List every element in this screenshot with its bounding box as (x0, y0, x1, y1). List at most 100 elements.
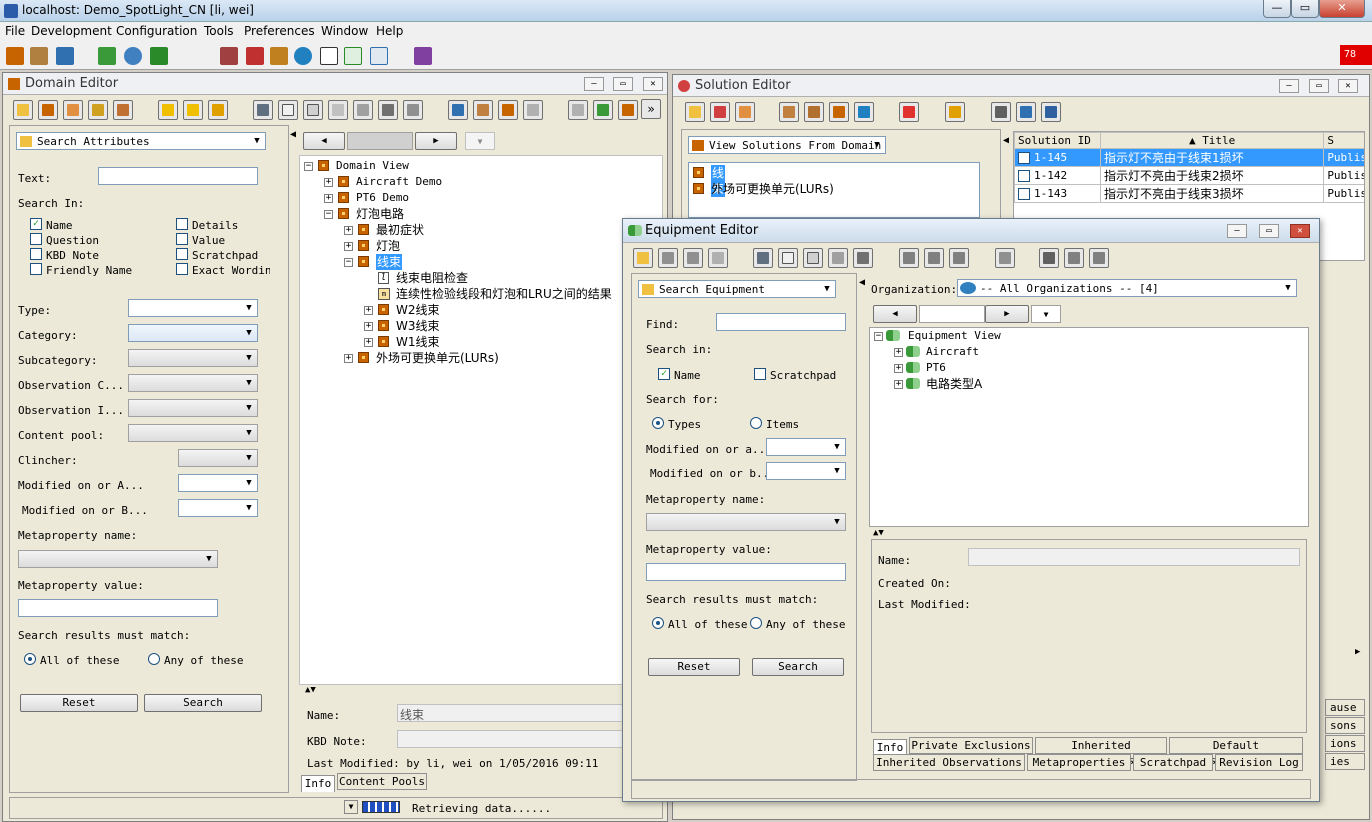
kbd-note-field[interactable] (397, 730, 627, 748)
cut-icon[interactable] (253, 100, 273, 120)
scroll-right-arrow[interactable]: ▶ (1355, 647, 1360, 657)
globe-icon[interactable] (294, 47, 312, 65)
move-down-icon[interactable] (183, 100, 203, 120)
tree-link-icon[interactable] (829, 102, 849, 122)
minimize-button[interactable]: — (1263, 0, 1291, 18)
observation-i-select[interactable]: ▼ (128, 399, 258, 417)
metaproperty-name-select[interactable]: ▼ (18, 550, 218, 568)
db-save-icon[interactable] (804, 102, 824, 122)
move-up-icon[interactable] (158, 100, 178, 120)
organization-select[interactable]: -- All Organizations -- [4] ▼ (957, 279, 1297, 297)
category-select[interactable]: ▼ (128, 324, 258, 342)
more-icon[interactable]: » (641, 99, 661, 119)
collapse-icon[interactable]: − (874, 332, 883, 341)
menu-configuration[interactable]: Configuration (116, 24, 197, 38)
expand-icon[interactable]: + (324, 178, 333, 187)
export-icon[interactable] (1064, 248, 1084, 268)
menu-preferences[interactable]: Preferences (244, 24, 315, 38)
value-checkbox[interactable] (176, 233, 188, 245)
exact-wording-checkbox[interactable] (176, 263, 188, 275)
collapse-left-arrow[interactable]: ◀ (1003, 135, 1009, 146)
disabled-icon[interactable] (708, 248, 728, 268)
status-toggle-icon[interactable]: ▼ (344, 800, 358, 814)
panel-minimize-button[interactable]: — (1227, 224, 1247, 238)
equipment-icon[interactable] (98, 47, 116, 65)
database-icon[interactable] (30, 47, 48, 65)
collapse-icon[interactable]: − (344, 258, 353, 267)
document-icon[interactable] (370, 47, 388, 65)
observation-c-select[interactable]: ▼ (128, 374, 258, 392)
tab-default-observations[interactable]: Default Observations (1169, 737, 1303, 767)
table-row[interactable]: 1-142 指示灯不亮由于线束2损坏 Publis (1014, 166, 1364, 185)
clipboard-icon[interactable] (828, 248, 848, 268)
expand-icon[interactable]: + (344, 242, 353, 251)
menu-help[interactable]: Help (376, 24, 403, 38)
tools-icon[interactable] (220, 47, 238, 65)
metaproperty-value-input[interactable] (646, 563, 846, 581)
modified-a-date[interactable]: ▼ (766, 438, 846, 456)
people-icon[interactable] (124, 47, 142, 65)
expand-icon[interactable]: + (344, 226, 353, 235)
new-question-icon[interactable] (63, 100, 83, 120)
expand-icon[interactable]: + (324, 194, 333, 203)
reset-button[interactable]: Reset (20, 694, 138, 712)
find-input[interactable] (716, 313, 846, 331)
details-checkbox[interactable] (176, 218, 188, 230)
detail-name-field[interactable] (968, 548, 1300, 566)
tab-revision-log[interactable]: Revision Log (1215, 754, 1303, 771)
kbd-note-checkbox[interactable] (30, 248, 42, 260)
paste-icon[interactable] (803, 248, 823, 268)
question-checkbox[interactable] (30, 233, 42, 245)
types-radio[interactable] (652, 417, 664, 429)
search-button[interactable]: Search (752, 658, 844, 676)
clipboard-icon[interactable] (353, 100, 373, 120)
items-radio[interactable] (750, 417, 762, 429)
chart-icon[interactable] (150, 47, 168, 65)
globe-link-icon[interactable] (854, 102, 874, 122)
table-row[interactable]: 1-143 指示灯不亮由于线束3损坏 Publis (1014, 184, 1364, 203)
panel-close-button[interactable]: ✕ (1338, 79, 1358, 93)
refresh-icon[interactable] (945, 102, 965, 122)
tab-inherited-observations[interactable]: Inherited Observations (873, 754, 1025, 771)
panel-minimize-button[interactable]: — (584, 77, 604, 91)
panel-close-button[interactable]: ✕ (643, 77, 663, 91)
back-button[interactable]: ◀ (303, 132, 345, 150)
text-input[interactable] (98, 167, 258, 185)
paste-special-icon[interactable] (328, 100, 348, 120)
split-toggle-icon[interactable]: ▲▼ (305, 685, 316, 695)
close-button[interactable]: ✕ (1319, 0, 1365, 18)
column-solution-id[interactable]: Solution ID (1014, 132, 1101, 149)
tab-cause[interactable]: ause (1325, 699, 1365, 716)
print-icon[interactable] (1039, 248, 1059, 268)
new-item-icon[interactable] (683, 248, 703, 268)
metaproperty-name-select[interactable]: ▼ (646, 513, 846, 531)
expand-icon[interactable]: + (364, 338, 373, 347)
expand-icon[interactable]: + (894, 364, 903, 373)
paste-icon[interactable] (303, 100, 323, 120)
refresh-icon[interactable] (995, 248, 1015, 268)
new-node-icon[interactable] (38, 100, 58, 120)
detail-name-field[interactable]: 线束 (397, 704, 627, 722)
tab-scratchpad[interactable]: Scratchpad (1133, 754, 1213, 771)
info-box-icon[interactable] (320, 47, 338, 65)
search-button[interactable]: Search (144, 694, 262, 712)
new-equipment-icon[interactable] (633, 248, 653, 268)
new-type-icon[interactable] (658, 248, 678, 268)
db-open-icon[interactable] (779, 102, 799, 122)
new-pattern-icon[interactable] (88, 100, 108, 120)
expand-icon[interactable]: + (364, 322, 373, 331)
friendly-name-checkbox[interactable] (30, 263, 42, 275)
view-icon[interactable] (448, 100, 468, 120)
tab-info[interactable]: Info (301, 775, 335, 792)
tab-properties[interactable]: ies (1325, 753, 1365, 770)
metaproperty-value-input[interactable] (18, 599, 218, 617)
history-dropdown[interactable]: ▼ (465, 132, 495, 150)
row-checkbox[interactable] (1018, 170, 1030, 182)
panel-restore-button[interactable]: ▭ (1309, 79, 1329, 93)
cut-icon[interactable] (753, 248, 773, 268)
forward-button[interactable]: ▶ (985, 305, 1029, 323)
delete-icon[interactable] (378, 100, 398, 120)
row-checkbox[interactable] (1018, 152, 1030, 164)
modified-b-date[interactable]: ▼ (766, 462, 846, 480)
new-solution-2-icon[interactable] (710, 102, 730, 122)
